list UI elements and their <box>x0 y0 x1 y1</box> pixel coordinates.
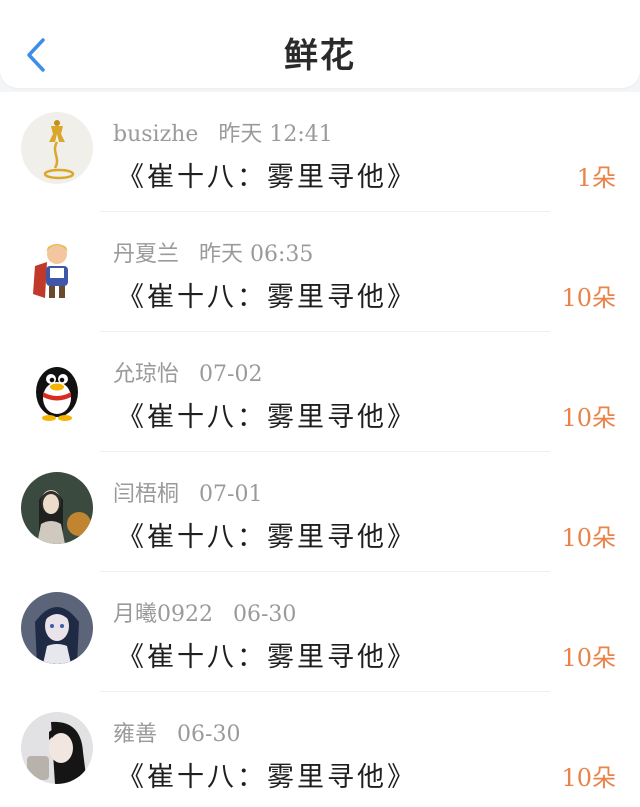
username[interactable]: 丹夏兰 <box>113 242 179 267</box>
username[interactable]: 闫梧桐 <box>113 482 179 507</box>
list-item[interactable]: 丹夏兰 昨天 06:35 《崔十八：雾里寻他》 10朵 <box>0 212 640 332</box>
flower-count: 1朵 <box>576 164 616 192</box>
timestamp: 06-30 <box>233 602 297 627</box>
flower-count: 10朵 <box>561 644 616 672</box>
timestamp: 昨天 06:35 <box>199 242 314 267</box>
book-title: 《崔十八：雾里寻他》 <box>117 522 417 553</box>
cartoon-prince-avatar <box>21 232 93 304</box>
list-item[interactable]: 允琼怡 07-02 《崔十八：雾里寻他》 10朵 <box>0 332 640 452</box>
book-title: 《崔十八：雾里寻他》 <box>117 162 417 193</box>
page-title: 鲜花 <box>284 36 356 76</box>
timestamp: 07-01 <box>199 482 263 507</box>
item-meta: busizhe 昨天 12:41 <box>113 116 333 148</box>
timestamp: 昨天 12:41 <box>218 122 333 147</box>
flower-list: busizhe 昨天 12:41 《崔十八：雾里寻他》 1朵 丹夏兰 昨天 06:3… <box>0 92 640 807</box>
list-item[interactable]: 闫梧桐 07-01 《崔十八：雾里寻他》 10朵 <box>0 452 640 572</box>
anime-girl-avatar <box>21 592 93 664</box>
list-item[interactable]: 月曦0922 06-30 《崔十八：雾里寻他》 10朵 <box>0 572 640 692</box>
username[interactable]: 允琼怡 <box>113 362 179 387</box>
item-meta: 闫梧桐 07-01 <box>113 476 262 508</box>
list-item[interactable]: 雍善 06-30 《崔十八：雾里寻他》 10朵 <box>0 692 640 807</box>
item-meta: 雍善 06-30 <box>113 716 240 748</box>
username[interactable]: 月曦0922 <box>113 602 213 627</box>
username[interactable]: 雍善 <box>113 722 157 747</box>
timestamp: 07-02 <box>199 362 263 387</box>
flower-count: 10朵 <box>561 764 616 792</box>
book-title: 《崔十八：雾里寻他》 <box>117 642 417 673</box>
book-title: 《崔十八：雾里寻他》 <box>117 762 417 793</box>
book-title: 《崔十八：雾里寻他》 <box>117 402 417 433</box>
book-title: 《崔十八：雾里寻他》 <box>117 282 417 313</box>
qq-penguin-avatar <box>21 352 93 424</box>
flower-count: 10朵 <box>561 524 616 552</box>
item-meta: 允琼怡 07-02 <box>113 356 262 388</box>
list-item[interactable]: busizhe 昨天 12:41 《崔十八：雾里寻他》 1朵 <box>0 92 640 212</box>
gold-figure-avatar <box>21 112 93 184</box>
timestamp: 06-30 <box>177 722 241 747</box>
flower-count: 10朵 <box>561 404 616 432</box>
top-bar: 鲜花 <box>0 0 640 88</box>
flower-count: 10朵 <box>561 284 616 312</box>
item-meta: 丹夏兰 昨天 06:35 <box>113 236 313 268</box>
woman-photo-avatar <box>21 712 93 784</box>
item-meta: 月曦0922 06-30 <box>113 596 296 628</box>
girl-photo-avatar <box>21 472 93 544</box>
username[interactable]: busizhe <box>113 122 198 147</box>
